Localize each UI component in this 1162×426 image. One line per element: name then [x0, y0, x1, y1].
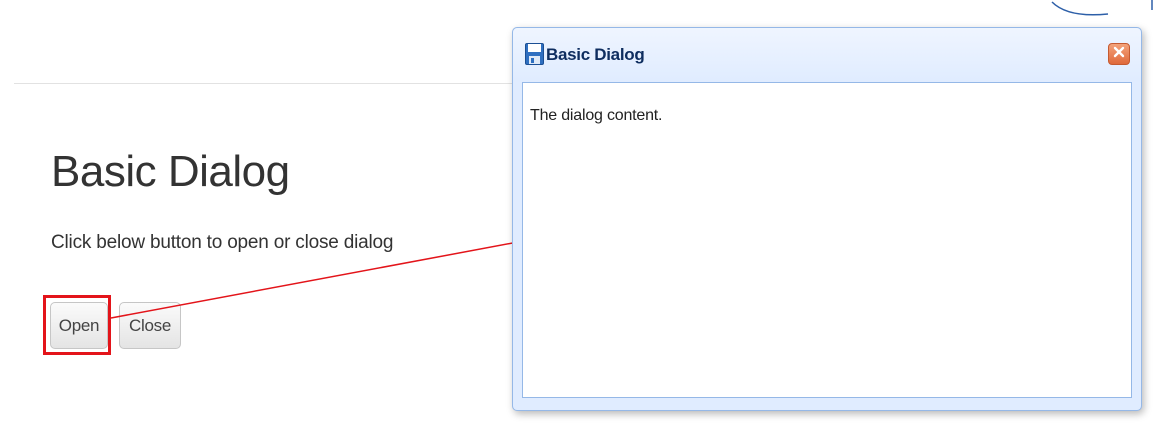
close-icon: [1113, 45, 1125, 63]
divider: [14, 83, 519, 84]
dialog: Basic Dialog The dialog content.: [512, 27, 1142, 411]
page: Basic Dialog Click below button to open …: [0, 0, 1162, 426]
page-title: Basic Dialog: [51, 147, 290, 196]
partial-decoration: [1051, 0, 1153, 16]
dialog-close-button[interactable]: [1108, 43, 1130, 65]
open-button[interactable]: Open: [50, 302, 108, 349]
dialog-body: The dialog content.: [522, 82, 1132, 398]
dialog-content: The dialog content.: [530, 107, 663, 124]
page-description: Click below button to open or close dial…: [51, 232, 394, 253]
close-button[interactable]: Close: [119, 302, 181, 349]
save-icon: [525, 43, 544, 65]
dialog-title: Basic Dialog: [546, 45, 645, 64]
dialog-header[interactable]: Basic Dialog: [513, 28, 1141, 80]
